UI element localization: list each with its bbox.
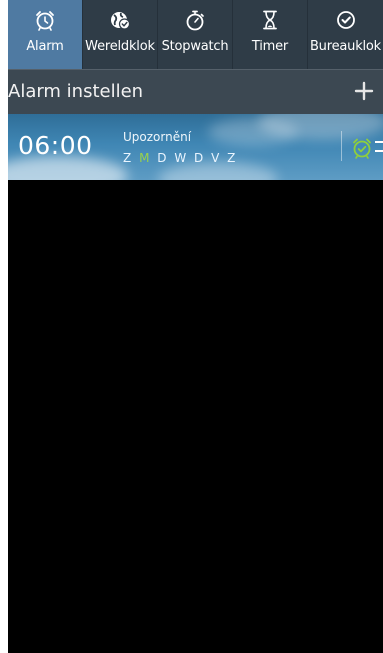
- day-label: D: [157, 151, 169, 165]
- day-label: W: [174, 151, 189, 165]
- hourglass-icon: [259, 9, 281, 31]
- tab-desk-clock[interactable]: Bureauklok: [308, 0, 383, 69]
- plus-icon: [354, 81, 374, 101]
- add-alarm-button[interactable]: [349, 76, 379, 106]
- tab-label: Bureauklok: [309, 39, 382, 54]
- empty-list-area: [8, 180, 383, 653]
- alarm-list-header: Alarm instellen: [8, 69, 383, 114]
- day-label-active: M: [139, 151, 152, 165]
- alarm-item[interactable]: 06:00 Upozornění Z M D W D V Z: [8, 114, 383, 180]
- tab-label: Stopwatch: [161, 39, 229, 54]
- tab-bar: Alarm Wereldklok Stopwatch Timer Bureauk…: [8, 0, 383, 69]
- tab-label: Timer: [251, 39, 289, 54]
- alarm-on-toggle[interactable]: [350, 136, 374, 160]
- day-label: D: [194, 151, 206, 165]
- world-clock-icon: [109, 9, 131, 31]
- tab-world-clock[interactable]: Wereldklok: [83, 0, 158, 69]
- alarm-on-icon: [353, 138, 371, 159]
- tab-label: Wereldklok: [85, 39, 155, 54]
- cloud-decoration: [208, 118, 298, 146]
- alarm-name: Upozornění: [123, 130, 192, 144]
- drag-handle-icon[interactable]: [375, 141, 383, 152]
- day-label: Z: [123, 151, 134, 165]
- desk-clock-icon: [335, 9, 357, 31]
- stopwatch-icon: [184, 9, 206, 31]
- alarm-clock-icon: [34, 9, 56, 31]
- page-title: Alarm instellen: [8, 81, 144, 102]
- day-label: Z: [227, 151, 238, 165]
- tab-timer[interactable]: Timer: [233, 0, 308, 69]
- divider: [341, 131, 342, 161]
- alarm-repeat-days: Z M D W D V Z: [123, 151, 237, 165]
- tab-label: Alarm: [26, 39, 64, 54]
- tab-stopwatch[interactable]: Stopwatch: [158, 0, 233, 69]
- tab-alarm[interactable]: Alarm: [8, 0, 83, 69]
- alarm-time: 06:00: [18, 131, 93, 160]
- day-label: V: [211, 151, 222, 165]
- clock-app-screen: Alarm Wereldklok Stopwatch Timer Bureauk…: [8, 0, 383, 653]
